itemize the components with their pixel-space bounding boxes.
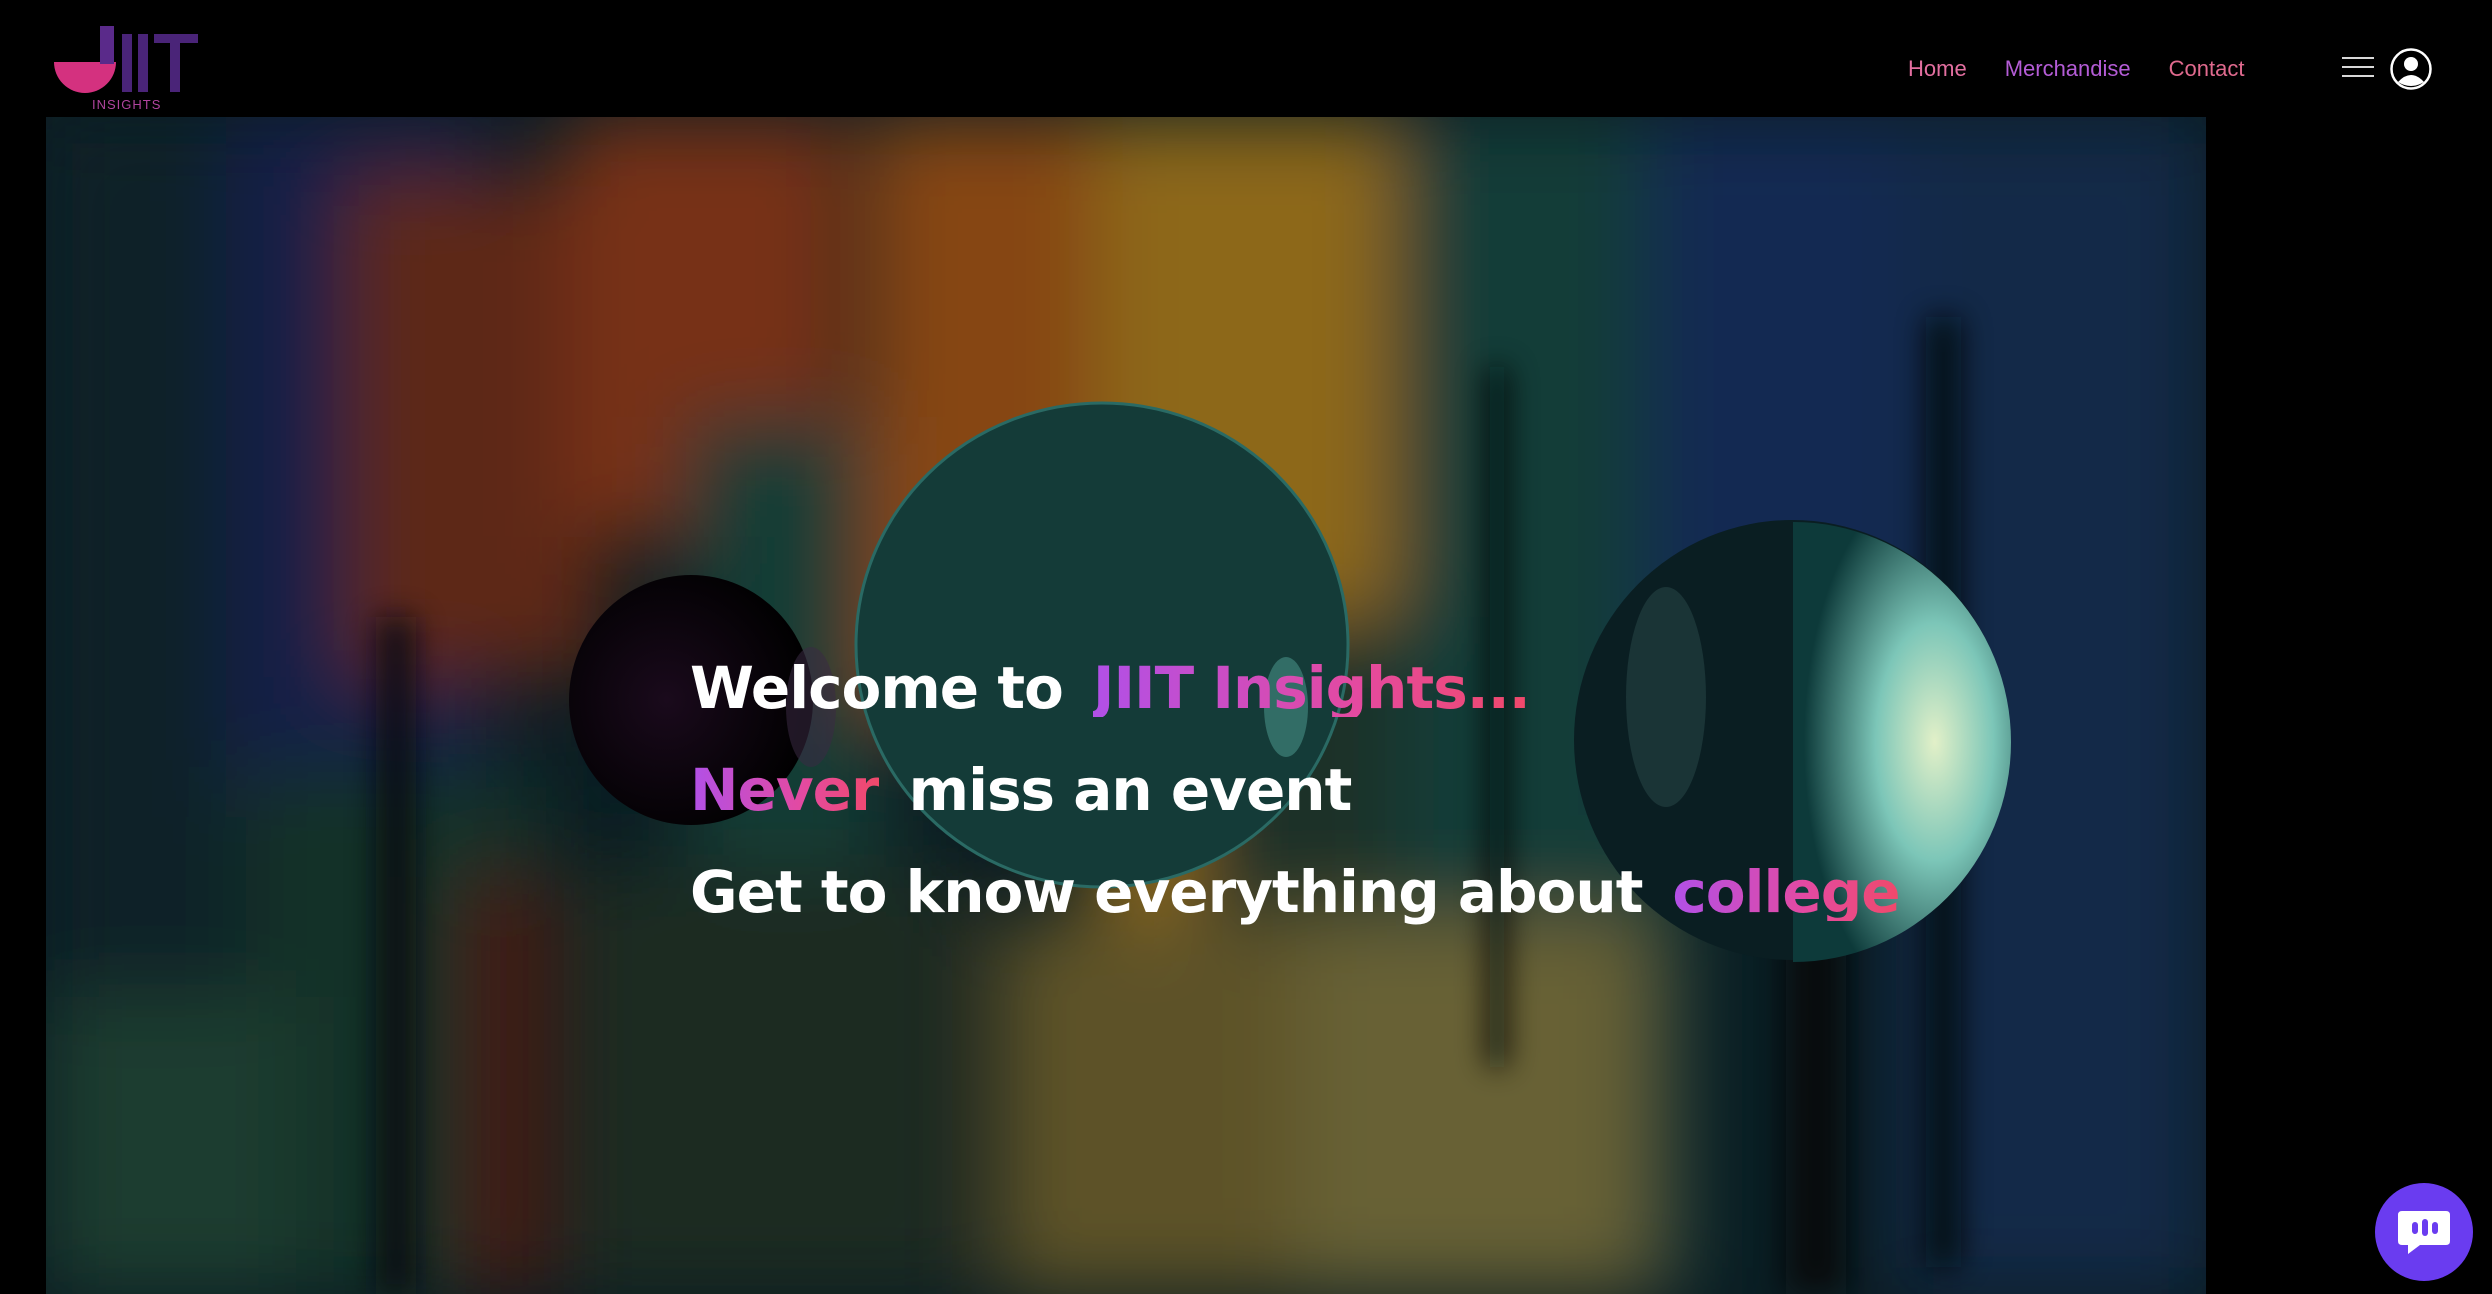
hero-line-never-miss: Never miss an event: [690, 739, 1900, 841]
hero-line-welcome: Welcome to JIIT Insights...: [690, 637, 1900, 739]
main-nav: Home Merchandise Contact: [1908, 52, 2244, 86]
logo-caption: INSIGHTS: [92, 97, 162, 112]
chat-button[interactable]: [2375, 1183, 2473, 1281]
nav-link-contact[interactable]: Contact: [2169, 52, 2245, 86]
chat-bubble-icon: [2398, 1211, 2450, 1254]
college-highlight: college: [1672, 858, 1900, 926]
nav-link-home[interactable]: Home: [1908, 52, 1967, 86]
site-header: INSIGHTS Home Merchandise Contact: [0, 0, 2492, 117]
hamburger-menu-icon[interactable]: [2342, 57, 2374, 81]
user-avatar-icon[interactable]: [2390, 48, 2432, 90]
hero-headline: Welcome to JIIT Insights... Never miss a…: [690, 637, 1901, 943]
hero-section: Welcome to JIIT Insights... Never miss a…: [46, 117, 2206, 1294]
brand-highlight: JIIT Insights...: [1092, 654, 1531, 722]
hero-line-college: Get to know everything about college: [690, 841, 1901, 943]
welcome-text: Welcome to: [690, 654, 1064, 722]
know-everything-text: Get to know everything about: [690, 858, 1643, 926]
miss-event-text: miss an event: [908, 756, 1353, 824]
never-highlight: Never: [690, 756, 880, 824]
nav-link-merchandise[interactable]: Merchandise: [2005, 52, 2131, 86]
